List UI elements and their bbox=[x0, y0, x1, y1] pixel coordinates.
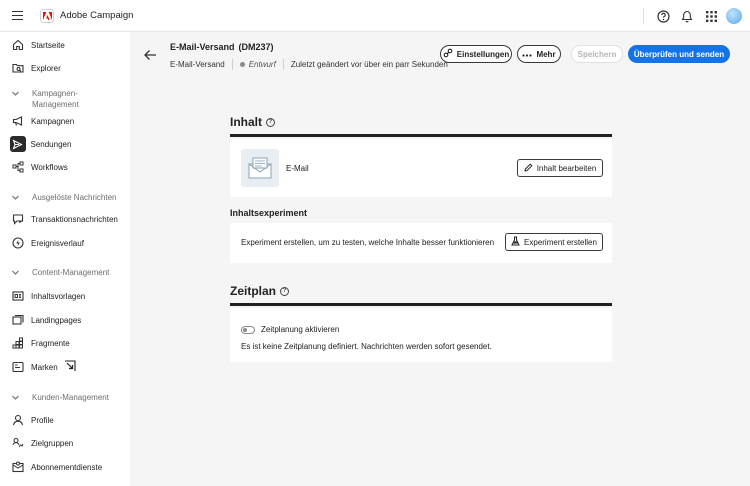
chevron-down-icon bbox=[11, 393, 21, 403]
folder-search-icon bbox=[11, 62, 24, 75]
more-button[interactable]: Mehr bbox=[517, 45, 561, 63]
section-rule bbox=[230, 303, 612, 306]
adobe-logo-icon bbox=[40, 9, 54, 23]
create-experiment-button[interactable]: Experiment erstellen bbox=[505, 233, 603, 251]
schedule-card: Zeitplanung aktivieren Es ist keine Zeit… bbox=[230, 308, 612, 362]
info-help-icon[interactable]: ? bbox=[280, 286, 290, 296]
chevron-down-icon bbox=[11, 193, 21, 203]
workflow-icon bbox=[11, 161, 24, 174]
send-icon bbox=[9, 136, 26, 152]
brand-tag-icon bbox=[11, 361, 24, 374]
schedule-toggle-label: Zeitplanung aktivieren bbox=[261, 325, 340, 334]
schedule-toggle[interactable] bbox=[241, 326, 255, 334]
section-ausgeloeste-nachrichten[interactable]: Ausgelöste Nachrichten bbox=[11, 192, 117, 203]
channel-label: E-Mail-Versand bbox=[170, 60, 225, 69]
chevron-down-icon bbox=[11, 268, 21, 278]
review-and-send-button[interactable]: Überprüfen und senden bbox=[628, 45, 730, 63]
delivery-meta: E-Mail-Versand Entwurf Zuletzt geändert … bbox=[170, 59, 448, 70]
sidebar-item-zielgruppen[interactable]: Zielgruppen bbox=[0, 432, 130, 454]
divider bbox=[643, 8, 644, 24]
sidebar-item-inhaltsvorlagen[interactable]: Inhaltsvorlagen bbox=[0, 285, 130, 307]
section-kampagnen-management[interactable]: Kampagnen- Management bbox=[11, 88, 79, 110]
cursor-icon bbox=[64, 360, 76, 374]
status-badge: Entwurf bbox=[248, 60, 276, 69]
megaphone-icon bbox=[11, 115, 24, 128]
subscription-icon bbox=[11, 461, 24, 474]
save-button[interactable]: Speichern bbox=[571, 45, 623, 63]
divider bbox=[231, 59, 233, 70]
user-avatar[interactable] bbox=[726, 8, 742, 24]
lightning-circle-icon bbox=[11, 237, 24, 250]
content-card: E-Mail Inhalt bearbeiten bbox=[230, 139, 612, 197]
page-title: E-Mail-Versand (DM237) bbox=[170, 42, 274, 52]
last-modified: Zuletzt geändert vor über ein parr Sekun… bbox=[290, 60, 448, 69]
app-grid-icon[interactable] bbox=[702, 7, 720, 25]
user-icon bbox=[11, 414, 24, 427]
section-title-inhalt: Inhalt ? bbox=[230, 115, 275, 129]
email-thumbnail[interactable] bbox=[241, 149, 279, 187]
email-label: E-Mail bbox=[286, 164, 309, 173]
page-header: E-Mail-Versand (DM237) E-Mail-Versand Ent… bbox=[130, 32, 750, 80]
audience-icon bbox=[11, 437, 24, 450]
sidebar-item-sendungen[interactable]: Sendungen bbox=[0, 133, 130, 155]
settings-icon bbox=[443, 48, 453, 60]
app-name: Adobe Campaign bbox=[60, 10, 134, 21]
sidebar-item-ereignisverlauf[interactable]: Ereignisverlauf bbox=[0, 232, 130, 254]
settings-button[interactable]: Einstellungen bbox=[440, 45, 512, 63]
experiment-description: Experiment erstellen, um zu testen, welc… bbox=[241, 238, 495, 247]
sidebar-item-kampagnen[interactable]: Kampagnen bbox=[0, 110, 130, 132]
section-rule bbox=[230, 134, 612, 137]
help-icon[interactable] bbox=[654, 7, 672, 25]
section-title-inhaltsexperiment: Inhaltsexperiment bbox=[230, 208, 308, 218]
sidebar: Startseite Explorer Kampagnen- Management… bbox=[0, 32, 130, 486]
fragments-icon bbox=[11, 337, 24, 350]
sidebar-item-explorer[interactable]: Explorer bbox=[0, 57, 130, 79]
info-help-icon[interactable]: ? bbox=[266, 117, 275, 127]
back-arrow-icon[interactable] bbox=[143, 49, 157, 61]
sidebar-item-transaktionsnachrichten[interactable]: Transaktionsnachrichten bbox=[0, 208, 130, 230]
sidebar-item-workflows[interactable]: Workflows bbox=[0, 156, 130, 178]
main-area: E-Mail-Versand (DM237) E-Mail-Versand Ent… bbox=[130, 32, 750, 486]
section-kunden-management[interactable]: Kunden-Management bbox=[11, 392, 109, 403]
sidebar-item-startseite[interactable]: Startseite bbox=[0, 34, 130, 56]
top-bar: Adobe Campaign bbox=[0, 0, 750, 32]
home-icon bbox=[11, 39, 24, 52]
sidebar-item-landingpages[interactable]: Landingpages bbox=[0, 309, 130, 331]
divider bbox=[282, 59, 284, 70]
sidebar-item-marken[interactable]: Marken bbox=[0, 356, 130, 378]
beaker-icon bbox=[511, 236, 520, 248]
section-title-zeitplan: Zeitplan ? bbox=[230, 284, 290, 298]
pages-icon bbox=[11, 314, 24, 327]
status-dot bbox=[239, 62, 245, 67]
experiment-card: Experiment erstellen, um zu testen, welc… bbox=[230, 223, 612, 263]
template-icon bbox=[11, 290, 24, 303]
more-dots-icon bbox=[522, 50, 533, 59]
menu-icon[interactable] bbox=[12, 11, 23, 20]
section-content-management[interactable]: Content-Management bbox=[11, 267, 109, 278]
schedule-info: Es ist keine Zeitplanung definiert. Nach… bbox=[241, 342, 492, 351]
pencil-icon bbox=[524, 162, 533, 174]
message-send-icon bbox=[11, 213, 24, 226]
chevron-down-icon bbox=[11, 89, 21, 99]
sidebar-item-abonnementdienste[interactable]: Abonnementdienste bbox=[0, 456, 130, 478]
bell-icon[interactable] bbox=[678, 7, 696, 25]
edit-content-button[interactable]: Inhalt bearbeiten bbox=[517, 159, 603, 177]
sidebar-item-fragmente[interactable]: Fragmente bbox=[0, 332, 130, 354]
sidebar-item-profile[interactable]: Profile bbox=[0, 409, 130, 431]
